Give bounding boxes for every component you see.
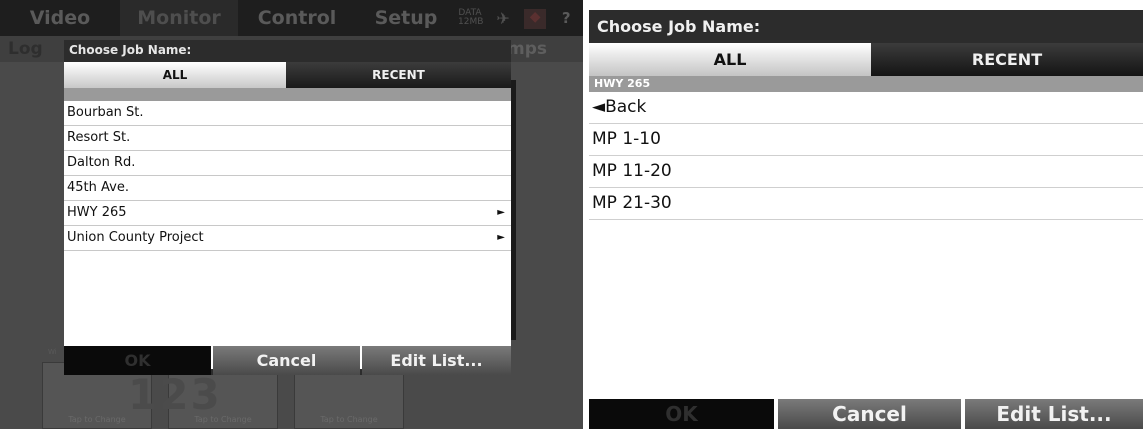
chevron-right-icon: ►: [497, 207, 505, 218]
satellite-icon: ✈: [496, 8, 510, 28]
tile-number: 123: [128, 370, 222, 419]
segment-control: ALL RECENT: [589, 43, 1143, 76]
list-item[interactable]: MP 11-20: [589, 156, 1143, 188]
segment-all[interactable]: ALL: [589, 43, 871, 76]
list-item[interactable]: 45th Ave.: [64, 176, 511, 201]
cancel-button[interactable]: Cancel: [778, 399, 961, 429]
choose-job-dialog: Choose Job Name: ALL RECENT Bourban St. …: [64, 40, 511, 375]
list-item[interactable]: MP 1-10: [589, 124, 1143, 156]
tab-video[interactable]: Video: [0, 0, 120, 36]
list-item[interactable]: Resort St.: [64, 126, 511, 151]
list-item-label: HWY 265: [67, 205, 127, 220]
tab-control[interactable]: Control: [238, 0, 356, 36]
cancel-button[interactable]: Cancel: [213, 346, 360, 375]
list-item-label: Dalton Rd.: [67, 155, 136, 170]
edit-list-button[interactable]: Edit List...: [965, 399, 1143, 429]
data-usage-value: 12MB: [458, 16, 484, 27]
segment-control: ALL RECENT: [64, 62, 511, 88]
list-item[interactable]: HWY 265 ►: [64, 201, 511, 226]
list-item[interactable]: Union County Project ►: [64, 226, 511, 251]
segment-recent[interactable]: RECENT: [286, 62, 511, 88]
list-item-label: Union County Project: [67, 230, 204, 245]
left-screen: Video Monitor Control Setup DATA 12MB ✈ ◆…: [0, 0, 583, 429]
tile-label: Wi: [48, 348, 57, 356]
segment-recent[interactable]: RECENT: [871, 43, 1143, 76]
ok-button[interactable]: OK: [589, 399, 774, 429]
tile-caption: Tap to Change: [320, 415, 378, 424]
edit-list-button[interactable]: Edit List...: [362, 346, 511, 375]
list-item-label: Resort St.: [67, 130, 131, 145]
list-item-label: 45th Ave.: [67, 180, 129, 195]
help-icon[interactable]: ?: [557, 9, 575, 29]
list-item[interactable]: Dalton Rd.: [64, 151, 511, 176]
dialog-buttons: OK Cancel Edit List...: [589, 399, 1143, 429]
back-button[interactable]: ◄Back: [589, 92, 1143, 124]
list-item-label: Bourban St.: [67, 105, 144, 120]
dialog-title: Choose Job Name:: [589, 10, 1143, 43]
job-list: ◄Back MP 1-10 MP 11-20 MP 21-30: [589, 92, 1143, 398]
right-screen: Choose Job Name: ALL RECENT HWY 265 ◄Bac…: [589, 10, 1143, 429]
sub-bar-left-label: Log: [8, 39, 43, 59]
dialog-buttons: OK Cancel Edit List...: [64, 346, 511, 375]
segment-all[interactable]: ALL: [64, 62, 286, 88]
chevron-right-icon: ►: [497, 232, 505, 243]
scrollbar[interactable]: [511, 80, 516, 340]
alert-icon[interactable]: ◆: [524, 8, 547, 29]
list-item[interactable]: MP 21-30: [589, 188, 1143, 220]
tab-setup[interactable]: Setup: [356, 0, 456, 36]
breadcrumb: [64, 88, 511, 101]
dialog-title: Choose Job Name:: [69, 43, 192, 57]
list-item[interactable]: Bourban St.: [64, 101, 511, 126]
status-icons: DATA 12MB ✈ ◆ ?: [458, 8, 581, 30]
breadcrumb: HWY 265: [589, 76, 1143, 92]
ok-button[interactable]: OK: [64, 346, 211, 375]
job-list: Bourban St. Resort St. Dalton Rd. 45th A…: [64, 101, 511, 369]
tab-monitor[interactable]: Monitor: [120, 0, 238, 36]
sub-bar-right-label: mps: [507, 39, 548, 59]
main-tab-bar: Video Monitor Control Setup DATA 12MB ✈ ◆…: [0, 0, 583, 36]
data-usage-icon: DATA 12MB: [458, 8, 484, 29]
